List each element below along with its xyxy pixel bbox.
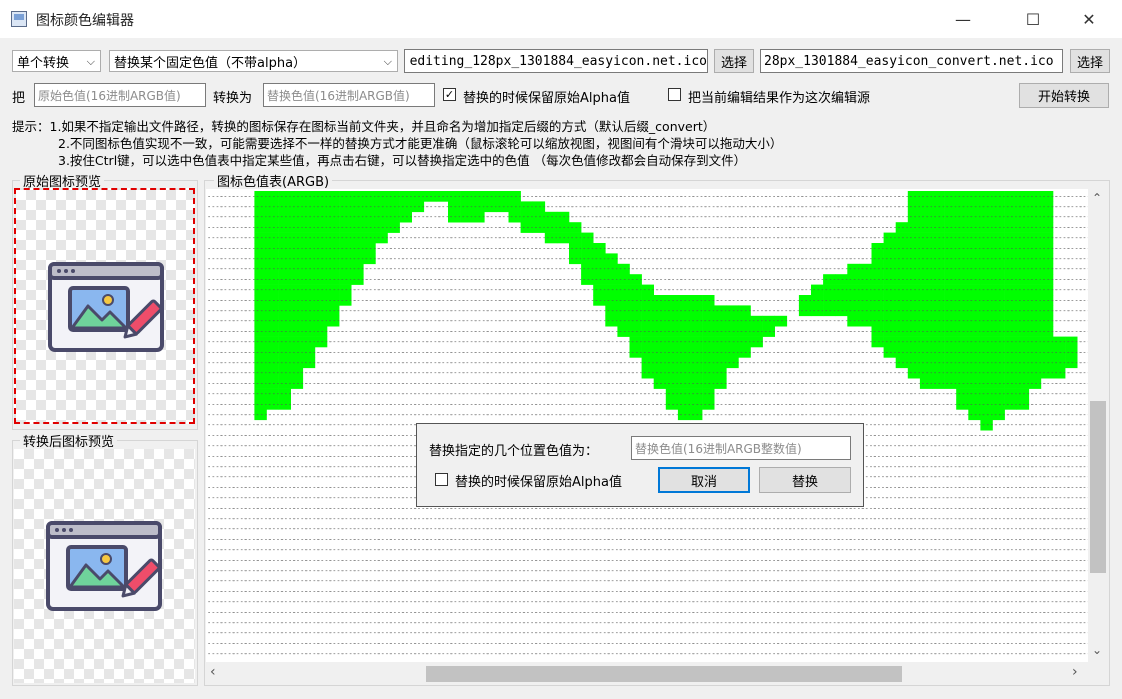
color-cell[interactable]: ---- [1078, 588, 1088, 596]
title-bar: 图标颜色编辑器 — ☐ ✕ [0, 0, 1122, 38]
image-edit-icon [46, 521, 162, 611]
original-preview-canvas[interactable] [14, 188, 195, 424]
chevron-left-icon[interactable]: ‹ [210, 664, 216, 680]
color-cell[interactable]: ---- [1078, 296, 1088, 304]
color-cell[interactable]: ---- [1078, 307, 1088, 315]
color-cell[interactable]: ---- [1078, 629, 1088, 637]
dialog-color-placeholder: 替换色值(16进制ARGB整数值) [635, 440, 802, 457]
color-cell[interactable]: ---- [1078, 432, 1088, 440]
source-color-placeholder: 原始色值(16进制ARGB值) [38, 87, 181, 104]
app-icon [11, 11, 27, 27]
color-cell[interactable]: ---- [1078, 567, 1088, 575]
color-cell[interactable]: ---- [1078, 577, 1088, 585]
color-cell[interactable]: ---- [1078, 224, 1088, 232]
color-cell[interactable]: ---- [1078, 598, 1088, 606]
chevron-down-icon[interactable]: ⌄ [1092, 643, 1102, 657]
dialog-cancel-button[interactable]: 取消 [658, 467, 750, 493]
browse-output-button[interactable]: 选择 [1070, 49, 1110, 73]
vertical-scroll-thumb[interactable] [1090, 401, 1106, 573]
output-path-value: 28px_1301884_easyicon_convert.net.ico [764, 54, 1054, 69]
color-cell[interactable]: ---- [1078, 348, 1088, 356]
color-cell[interactable]: ---- [1078, 484, 1088, 492]
color-cell[interactable]: ---- [1078, 546, 1088, 554]
dialog-keep-alpha-label: 替换的时候保留原始Alpha值 [455, 471, 622, 490]
color-cell[interactable]: ---- [1078, 276, 1088, 284]
from-label: 把 [12, 87, 25, 106]
target-color-field[interactable]: 替换色值(16进制ARGB值) [263, 83, 435, 107]
replace-color-dialog: 替换指定的几个位置色值为： 替换色值(16进制ARGB整数值) 替换的时候保留原… [416, 423, 864, 507]
horizontal-scrollbar[interactable]: ‹ › [206, 662, 1088, 684]
input-path-value: editing_128px_1301884_easyicon.net.ico [410, 54, 707, 69]
image-edit-icon [48, 262, 164, 352]
color-cell[interactable]: ---- [1078, 421, 1088, 429]
output-path-field[interactable]: 28px_1301884_easyicon_convert.net.ico [760, 49, 1063, 73]
color-cell[interactable]: ---- [1078, 608, 1088, 616]
color-cell[interactable]: ---- [1078, 619, 1088, 627]
keep-alpha-label: 替换的时候保留原始Alpha值 [463, 87, 630, 106]
color-cell[interactable]: ---- [1078, 328, 1088, 336]
chevron-right-icon[interactable]: › [1072, 664, 1078, 680]
color-cell[interactable]: ---- [1078, 640, 1088, 648]
dialog-replace-button[interactable]: 替换 [759, 467, 851, 493]
color-cell[interactable]: ---- [1078, 463, 1088, 471]
source-color-field[interactable]: 原始色值(16进制ARGB值) [34, 83, 206, 107]
input-path-field[interactable]: editing_128px_1301884_easyicon.net.ico [404, 49, 708, 73]
color-cell[interactable]: ---- [1078, 452, 1088, 460]
horizontal-scroll-thumb[interactable] [426, 666, 902, 682]
color-cell[interactable]: ---- [1078, 244, 1088, 252]
minimize-button[interactable]: — [940, 0, 986, 38]
color-cell[interactable]: ---- [1078, 192, 1088, 200]
chevron-up-icon[interactable]: ⌃ [1092, 191, 1102, 205]
replace-mode-select[interactable]: 替换某个固定色值（不带alpha） ⌵ [109, 50, 398, 72]
color-cell[interactable]: ---- [1078, 286, 1088, 294]
color-cell[interactable]: ---- [1078, 650, 1088, 658]
color-cell[interactable]: ---- [1078, 411, 1088, 419]
color-cell[interactable]: ---- [1078, 380, 1088, 388]
target-color-placeholder: 替换色值(16进制ARGB值) [267, 87, 410, 104]
color-cell[interactable]: ---- [1078, 400, 1088, 408]
dialog-color-field[interactable]: 替换色值(16进制ARGB整数值) [631, 436, 851, 460]
chevron-down-icon: ⌵ [87, 55, 95, 69]
color-cell[interactable]: ---- [1078, 203, 1088, 211]
converted-preview-canvas[interactable] [14, 449, 195, 683]
browse-input-button[interactable]: 选择 [714, 49, 754, 73]
color-cell[interactable]: ---- [1078, 473, 1088, 481]
color-cell[interactable]: ---- [1078, 213, 1088, 221]
vertical-scrollbar[interactable]: ⌃ ⌄ [1088, 189, 1108, 662]
replace-mode-value: 替换某个固定色值（不带alpha） [114, 52, 306, 71]
color-cell[interactable]: ---- [1078, 234, 1088, 242]
color-cell[interactable]: ---- [1078, 390, 1088, 398]
color-cell[interactable]: ---- [1078, 369, 1088, 377]
dialog-keep-alpha-checkbox[interactable] [435, 473, 448, 486]
color-cell[interactable]: ---- [1078, 536, 1088, 544]
color-cell[interactable]: ---- [1078, 515, 1088, 523]
color-cell[interactable]: ---- [1078, 317, 1088, 325]
color-cell[interactable]: ---- [1078, 442, 1088, 450]
close-button[interactable]: ✕ [1066, 0, 1112, 38]
color-cell[interactable]: ---- [1078, 504, 1088, 512]
use-result-label: 把当前编辑结果作为这次编辑源 [688, 87, 870, 106]
color-cell[interactable]: ---- [1078, 494, 1088, 502]
converted-preview-label: 转换后图标预览 [20, 431, 118, 450]
mode-select-value: 单个转换 [17, 52, 69, 71]
maximize-button[interactable]: ☐ [1010, 0, 1056, 38]
color-cell[interactable]: ---- [1078, 525, 1088, 533]
chevron-down-icon: ⌵ [384, 55, 392, 69]
color-cell[interactable]: ---- [1078, 338, 1088, 346]
color-table-label: 图标色值表(ARGB) [214, 171, 333, 190]
mode-select[interactable]: 单个转换 ⌵ [12, 50, 101, 72]
use-result-checkbox[interactable] [668, 88, 681, 101]
to-label: 转换为 [213, 87, 252, 106]
tip-line-3: 3.按住Ctrl键，可以选中色值表中指定某些值，再点击右键，可以替换指定选中的色… [58, 150, 746, 169]
start-convert-button[interactable]: 开始转换 [1019, 83, 1109, 108]
dialog-prompt: 替换指定的几个位置色值为： [429, 440, 598, 459]
color-cell[interactable]: ---- [1078, 556, 1088, 564]
color-cell[interactable]: ---- [1078, 265, 1088, 273]
keep-alpha-checkbox[interactable]: ✓ [443, 88, 456, 101]
window-title: 图标颜色编辑器 [36, 10, 134, 30]
color-cell[interactable]: ---- [1078, 255, 1088, 263]
color-cell[interactable]: ---- [1078, 359, 1088, 367]
